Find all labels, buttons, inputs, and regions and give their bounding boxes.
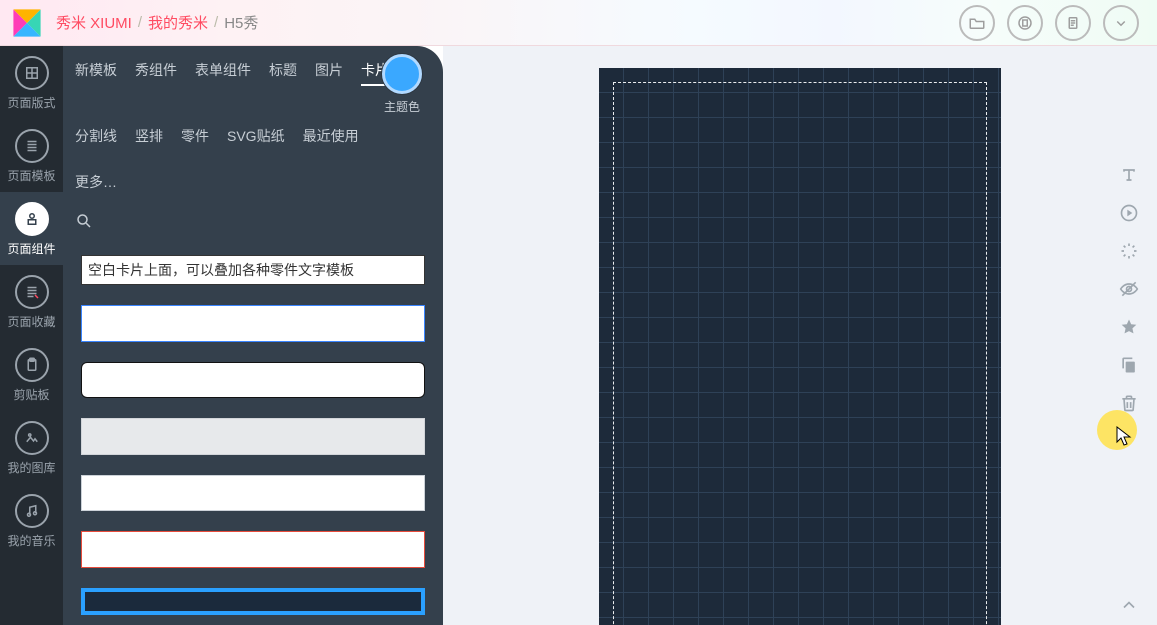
tab-recent[interactable]: 最近使用 bbox=[303, 126, 359, 152]
folder-icon bbox=[968, 14, 986, 32]
doc-button[interactable] bbox=[1055, 5, 1091, 41]
artboard-safe-zone bbox=[613, 82, 987, 625]
tab-more[interactable]: 更多… bbox=[75, 172, 117, 198]
rail-label: 我的音乐 bbox=[7, 532, 55, 549]
right-toolbar bbox=[1101, 46, 1157, 625]
template-icon bbox=[15, 129, 49, 163]
rail-favorites[interactable]: 页面收藏 bbox=[0, 265, 63, 338]
tab-svg-sticker[interactable]: SVG贴纸 bbox=[227, 126, 285, 152]
breadcrumb-mine[interactable]: 我的秀米 bbox=[148, 12, 208, 33]
favorite-tool[interactable] bbox=[1118, 316, 1140, 338]
breadcrumb-page: H5秀 bbox=[224, 12, 258, 33]
card-sample-thin-gray[interactable] bbox=[81, 475, 425, 512]
image-icon bbox=[15, 421, 49, 455]
canvas-area[interactable] bbox=[443, 46, 1157, 625]
clipboard-icon bbox=[15, 348, 49, 382]
dropdown-button[interactable] bbox=[1103, 5, 1139, 41]
music-icon bbox=[15, 494, 49, 528]
tab-form-components[interactable]: 表单组件 bbox=[195, 60, 251, 86]
rail-label: 我的图库 bbox=[7, 459, 55, 476]
app-header: 秀米 XIUMI / 我的秀米 / H5秀 bbox=[0, 0, 1157, 46]
card-sample-selected[interactable] bbox=[81, 588, 425, 615]
visibility-tool[interactable] bbox=[1118, 278, 1140, 300]
layout-icon bbox=[15, 56, 49, 90]
breadcrumb-sep: / bbox=[138, 14, 142, 31]
effects-tool[interactable] bbox=[1118, 240, 1140, 262]
rail-label: 页面收藏 bbox=[7, 313, 55, 330]
rail-label: 剪贴板 bbox=[13, 386, 49, 403]
left-rail: 页面版式 页面模板 页面组件 页面收藏 剪贴板 bbox=[0, 46, 63, 625]
tab-parts[interactable]: 零件 bbox=[181, 126, 209, 152]
header-actions bbox=[959, 5, 1139, 41]
text-tool[interactable] bbox=[1118, 164, 1140, 186]
card-sample-rounded-black[interactable] bbox=[81, 362, 425, 399]
rail-page-layout[interactable]: 页面版式 bbox=[0, 46, 63, 119]
doc-icon bbox=[1064, 14, 1082, 32]
card-sample-blue[interactable] bbox=[81, 305, 425, 342]
rail-my-music[interactable]: 我的音乐 bbox=[0, 484, 63, 557]
scroll-top-button[interactable] bbox=[1119, 595, 1139, 615]
tab-new-template[interactable]: 新模板 bbox=[75, 60, 117, 86]
search-icon[interactable] bbox=[75, 217, 93, 234]
folder-button[interactable] bbox=[959, 5, 995, 41]
favorites-icon bbox=[15, 275, 49, 309]
save-button[interactable] bbox=[1007, 5, 1043, 41]
components-panel: 主题色 新模板 秀组件 表单组件 标题 图片 卡片框 分割线 竖排 零件 SVG… bbox=[63, 46, 443, 625]
tab-divider[interactable]: 分割线 bbox=[75, 126, 117, 152]
copy-tool[interactable] bbox=[1118, 354, 1140, 376]
breadcrumb-sep: / bbox=[214, 14, 218, 31]
tab-image[interactable]: 图片 bbox=[315, 60, 343, 86]
tab-xiu-components[interactable]: 秀组件 bbox=[135, 60, 177, 86]
breadcrumb: 秀米 XIUMI / 我的秀米 / H5秀 bbox=[56, 12, 258, 33]
rail-label: 页面模板 bbox=[7, 167, 55, 184]
card-sample-red[interactable] bbox=[81, 531, 425, 568]
tab-vertical[interactable]: 竖排 bbox=[135, 126, 163, 152]
rail-clipboard[interactable]: 剪贴板 bbox=[0, 338, 63, 411]
rail-label: 页面组件 bbox=[7, 240, 55, 257]
rail-page-components[interactable]: 页面组件 bbox=[0, 192, 63, 265]
card-sample-gray-fill[interactable] bbox=[81, 418, 425, 455]
rail-my-images[interactable]: 我的图库 bbox=[0, 411, 63, 484]
theme-label: 主题色 bbox=[384, 98, 420, 115]
delete-tool[interactable] bbox=[1118, 392, 1140, 414]
tab-title[interactable]: 标题 bbox=[269, 60, 297, 86]
save-icon bbox=[1016, 14, 1034, 32]
rail-label: 页面版式 bbox=[7, 94, 55, 111]
rail-page-template[interactable]: 页面模板 bbox=[0, 119, 63, 192]
chevron-down-icon bbox=[1112, 14, 1130, 32]
theme-color-swatch[interactable] bbox=[382, 54, 422, 94]
components-icon bbox=[15, 202, 49, 236]
play-tool[interactable] bbox=[1118, 202, 1140, 224]
card-sample-desc[interactable]: 空白卡片上面，可以叠加各种零件文字模板 bbox=[81, 255, 425, 285]
app-logo bbox=[10, 6, 44, 40]
card-samples-list[interactable]: 空白卡片上面，可以叠加各种零件文字模板 bbox=[63, 245, 443, 625]
breadcrumb-brand[interactable]: 秀米 XIUMI bbox=[56, 12, 132, 33]
artboard[interactable] bbox=[599, 68, 1001, 625]
theme-color: 主题色 bbox=[377, 54, 427, 115]
